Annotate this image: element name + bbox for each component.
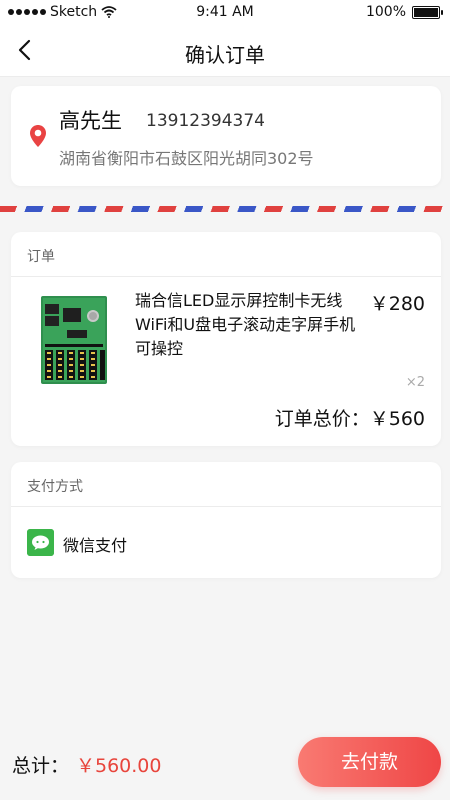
checkout-bar: 总计： ￥560.00 去付款 bbox=[0, 725, 450, 800]
page-title: 确认订单 bbox=[185, 43, 265, 67]
pay-button[interactable]: 去付款 bbox=[298, 737, 441, 787]
recipient-name: 高先生 bbox=[59, 109, 122, 133]
airmail-divider bbox=[0, 206, 450, 212]
payment-section-title: 支付方式 bbox=[27, 479, 83, 495]
payment-section-header: 支付方式 bbox=[11, 462, 441, 507]
location-pin-icon bbox=[30, 125, 46, 147]
wechat-icon bbox=[27, 529, 54, 556]
order-card: 订单 瑞合信LED显示屏控制卡无线WiFi和U盘电子滚动走字屏手机可操控 ￥28… bbox=[11, 232, 441, 446]
order-total: 订单总价：￥560 bbox=[275, 404, 425, 431]
status-bar: Sketch 9:41 AM 100% bbox=[0, 0, 450, 26]
recipient-phone: 13912394374 bbox=[146, 111, 265, 131]
order-total-value: ￥560 bbox=[369, 408, 425, 430]
address-card[interactable]: 高先生 13912394374 湖南省衡阳市石鼓区阳光胡同302号 bbox=[11, 86, 441, 186]
nav-bar: 确认订单 bbox=[0, 26, 450, 77]
grand-total-amount: ￥560.00 bbox=[76, 755, 162, 777]
recipient-address: 湖南省衡阳市石鼓区阳光胡同302号 bbox=[59, 149, 314, 168]
payment-card: 支付方式 微信支付 bbox=[11, 462, 441, 578]
product-image[interactable] bbox=[39, 294, 109, 386]
order-section-title: 订单 bbox=[27, 249, 55, 265]
order-section-header: 订单 bbox=[11, 232, 441, 277]
product-name[interactable]: 瑞合信LED显示屏控制卡无线WiFi和U盘电子滚动走字屏手机可操控 bbox=[135, 289, 367, 361]
battery-percent: 100% bbox=[365, 4, 406, 20]
product-price: ￥280 bbox=[369, 293, 425, 315]
product-quantity: ×2 bbox=[405, 375, 425, 390]
payment-method-label: 微信支付 bbox=[63, 536, 128, 555]
order-total-label: 订单总价： bbox=[274, 408, 370, 430]
battery-icon bbox=[412, 5, 443, 19]
grand-total-label: 总计： bbox=[12, 755, 70, 777]
status-right: 100% bbox=[365, 4, 443, 20]
payment-option-wechat[interactable]: 微信支付 bbox=[11, 507, 441, 578]
